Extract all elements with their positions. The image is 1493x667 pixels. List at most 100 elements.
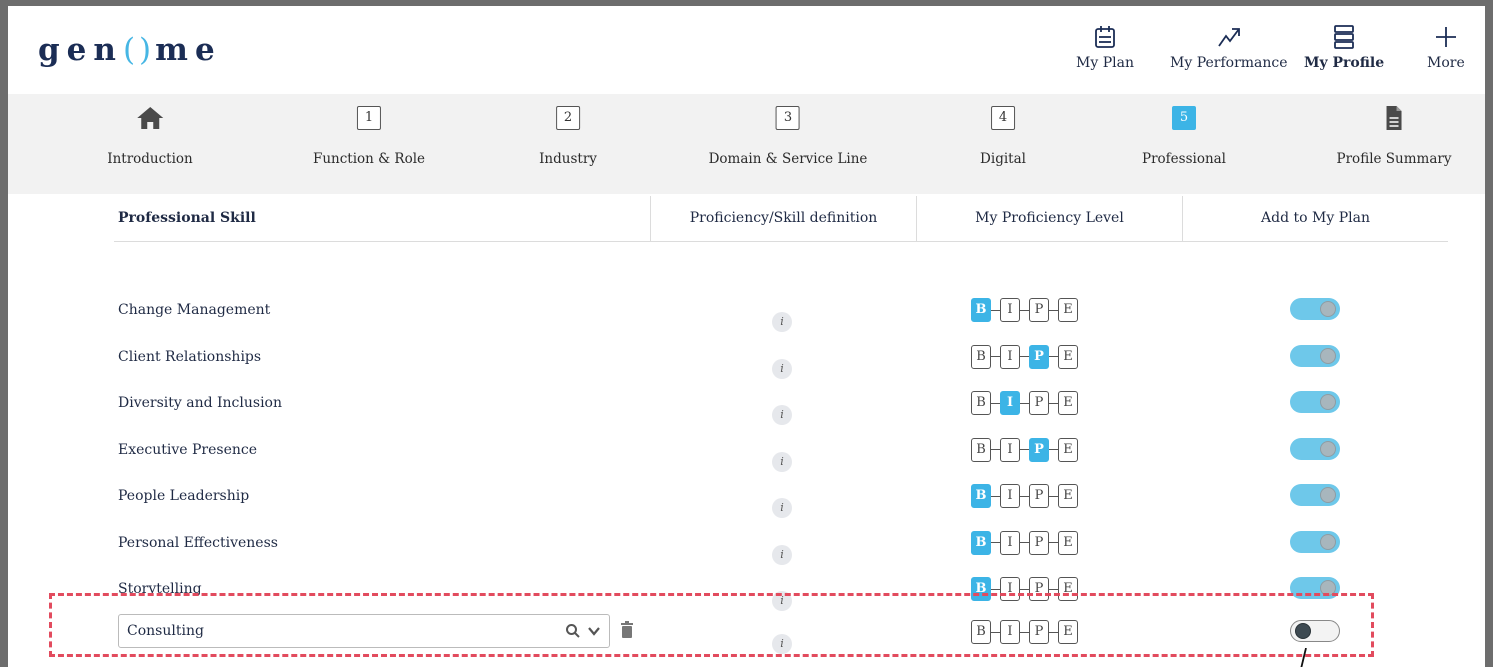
level-connector	[1049, 449, 1058, 450]
toggle-knob	[1320, 487, 1336, 503]
proficiency-level-selector: BIPE	[971, 344, 1078, 369]
step-profile-summary[interactable]: Profile Summary	[1336, 106, 1452, 167]
step-label: Digital	[980, 151, 1026, 167]
level-e-button[interactable]: E	[1058, 344, 1078, 369]
step-number: 3	[775, 106, 800, 130]
pointer-annotation	[1300, 648, 1307, 667]
info-icon[interactable]: i	[772, 544, 792, 565]
info-icon[interactable]: i	[772, 312, 792, 332]
table-row: People Leadership i B I P E	[8, 484, 1485, 534]
level-connector	[1049, 356, 1058, 357]
level-p-button[interactable]: P	[1029, 344, 1049, 369]
nav-more-label: More	[1427, 55, 1465, 71]
level-connector	[1020, 356, 1029, 357]
level-i-button[interactable]: I	[1000, 484, 1020, 508]
level-p-button[interactable]: P	[1029, 298, 1049, 322]
toggle-knob	[1320, 533, 1336, 550]
level-b-button[interactable]: B	[971, 437, 991, 462]
level-connector	[1049, 309, 1058, 311]
step-professional[interactable]: 5 Professional	[1142, 106, 1226, 167]
add-to-plan-toggle[interactable]	[1290, 391, 1340, 413]
level-b-button[interactable]: B	[971, 391, 991, 415]
level-p-button[interactable]: P	[1029, 391, 1049, 415]
level-connector	[1049, 495, 1058, 497]
level-connector	[991, 402, 1000, 404]
step-label: Professional	[1141, 151, 1227, 167]
level-connector	[991, 542, 1000, 543]
column-header-add-to-plan: Add to My Plan	[1182, 196, 1448, 242]
level-connector	[1020, 402, 1029, 404]
level-e-button[interactable]: E	[1058, 437, 1078, 462]
add-to-plan-toggle[interactable]	[1290, 437, 1340, 460]
level-b-button[interactable]: B	[971, 484, 991, 508]
level-i-button[interactable]: I	[1000, 344, 1020, 369]
step-number: 2	[555, 106, 580, 130]
add-to-plan-toggle[interactable]	[1290, 530, 1340, 553]
step-label: Industry	[539, 151, 597, 167]
info-icon[interactable]: i	[772, 498, 792, 518]
level-connector	[1049, 402, 1058, 404]
step-label: Introduction	[107, 151, 193, 167]
level-p-button[interactable]: P	[1029, 484, 1049, 508]
level-e-button[interactable]: E	[1058, 484, 1078, 508]
trend-up-icon	[1218, 28, 1240, 47]
level-connector	[1020, 542, 1029, 543]
skill-name: Client Relationships	[118, 348, 262, 365]
add-to-plan-toggle[interactable]	[1290, 298, 1340, 320]
table-row: Personal Effectiveness i B I P E	[8, 530, 1485, 581]
genome-logo[interactable]: gen()me	[38, 32, 222, 68]
top-header: gen()me My Plan My Performance My Profil…	[8, 6, 1485, 94]
level-e-button[interactable]: E	[1058, 298, 1078, 322]
step-label: Profile Summary	[1336, 151, 1452, 167]
level-connector	[1049, 542, 1058, 543]
skill-name: Personal Effectiveness	[118, 534, 278, 551]
level-i-button[interactable]: I	[1000, 391, 1020, 415]
level-e-button[interactable]: E	[1058, 391, 1078, 415]
home-icon	[137, 107, 163, 129]
level-connector	[1020, 588, 1029, 590]
level-connector	[1049, 588, 1058, 590]
level-connector	[991, 449, 1000, 450]
level-p-button[interactable]: P	[1029, 437, 1049, 462]
step-digital[interactable]: 4 Digital	[980, 106, 1026, 167]
nav-my-performance[interactable]: My Performance	[1170, 24, 1288, 71]
column-header-proficiency-level: My Proficiency Level	[916, 196, 1182, 242]
table-row: Client Relationships i B I P E	[8, 344, 1485, 395]
nav-my-profile[interactable]: My Profile	[1304, 24, 1384, 71]
nav-more[interactable]: More	[1427, 24, 1465, 71]
level-b-button[interactable]: B	[971, 344, 991, 369]
toggle-knob	[1320, 301, 1336, 317]
toggle-knob	[1320, 347, 1336, 364]
level-i-button[interactable]: I	[1000, 298, 1020, 322]
server-stack-icon	[1334, 25, 1354, 49]
level-p-button[interactable]: P	[1029, 530, 1049, 555]
column-header-skill: Professional Skill	[118, 210, 256, 226]
nav-my-plan[interactable]: My Plan	[1076, 24, 1134, 71]
calendar-icon	[1095, 26, 1115, 48]
nav-my-performance-label: My Performance	[1170, 55, 1288, 71]
skill-name: People Leadership	[118, 488, 250, 504]
nav-my-plan-label: My Plan	[1076, 55, 1134, 71]
step-function-role[interactable]: 1 Function & Role	[313, 106, 425, 167]
table-row: Diversity and Inclusion i B I P E	[8, 391, 1485, 441]
proficiency-level-selector: BIPE	[971, 484, 1078, 508]
level-connector	[1020, 309, 1029, 311]
info-icon[interactable]: i	[772, 451, 792, 472]
level-i-button[interactable]: I	[1000, 437, 1020, 462]
step-industry[interactable]: 2 Industry	[539, 106, 597, 167]
info-icon[interactable]: i	[772, 405, 792, 425]
level-e-button[interactable]: E	[1058, 530, 1078, 555]
add-to-plan-toggle[interactable]	[1290, 344, 1340, 367]
step-domain-service-line[interactable]: 3 Domain & Service Line	[709, 106, 867, 167]
info-icon[interactable]: i	[772, 358, 792, 379]
step-number: 4	[991, 106, 1015, 130]
step-number: 1	[357, 106, 381, 130]
add-to-plan-toggle[interactable]	[1290, 484, 1340, 506]
step-introduction[interactable]: Introduction	[107, 106, 193, 167]
level-connector	[991, 309, 1000, 311]
table-row: Change Management i B I P E	[8, 298, 1485, 348]
level-i-button[interactable]: I	[1000, 530, 1020, 555]
level-b-button[interactable]: B	[971, 298, 991, 322]
skill-name: Change Management	[118, 302, 271, 318]
level-b-button[interactable]: B	[971, 530, 991, 555]
